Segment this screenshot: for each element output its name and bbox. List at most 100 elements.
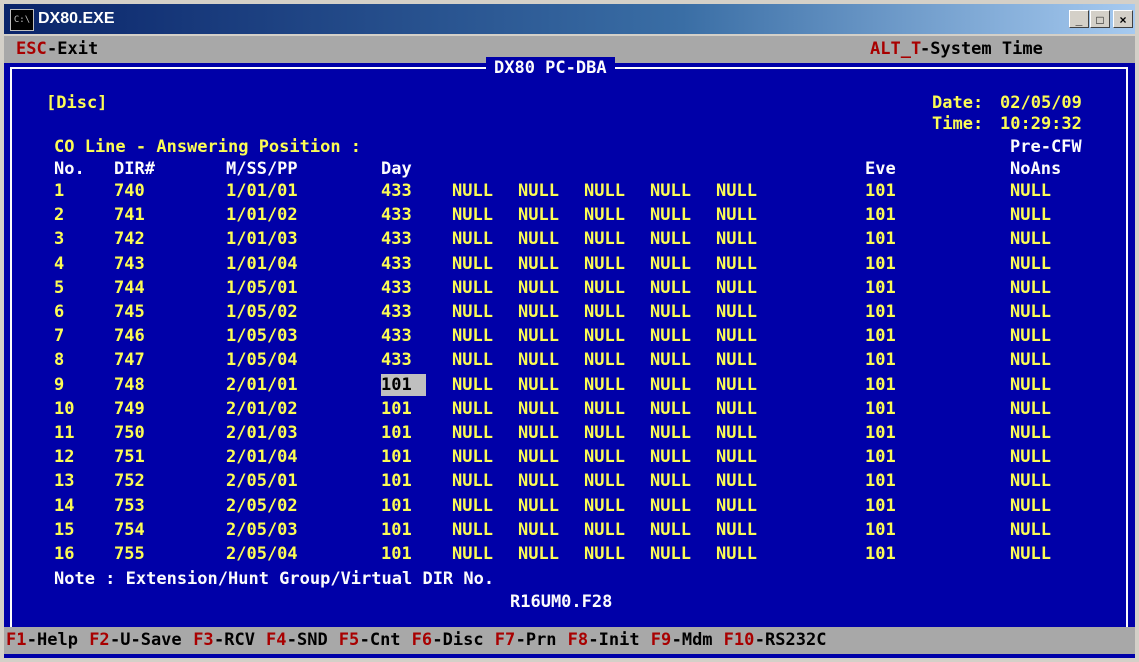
cell-no[interactable]: 1 <box>54 180 64 202</box>
cell-no[interactable]: 12 <box>54 446 74 468</box>
cell-day[interactable]: 433 <box>381 204 412 226</box>
cell-n2[interactable]: NULL <box>518 543 559 565</box>
cell-noans[interactable]: NULL <box>1010 228 1051 250</box>
close-button[interactable]: × <box>1113 10 1133 28</box>
cell-n1[interactable]: NULL <box>452 301 493 323</box>
fkey-label-f2[interactable]: -U-Save <box>110 629 182 651</box>
cell-n3[interactable]: NULL <box>584 543 625 565</box>
cell-n3[interactable]: NULL <box>584 495 625 517</box>
fkey-f5[interactable]: F5 <box>339 629 359 651</box>
cell-n5[interactable]: NULL <box>716 470 757 492</box>
cell-day[interactable]: 433 <box>381 301 412 323</box>
cell-no[interactable]: 11 <box>54 422 74 444</box>
cell-noans[interactable]: NULL <box>1010 446 1051 468</box>
cell-n5[interactable]: NULL <box>716 422 757 444</box>
cell-day[interactable]: 101 <box>381 398 412 420</box>
cell-day[interactable]: 101 <box>381 446 412 468</box>
cell-n5[interactable]: NULL <box>716 519 757 541</box>
cell-no[interactable]: 5 <box>54 277 64 299</box>
cell-noans[interactable]: NULL <box>1010 495 1051 517</box>
title-bar[interactable]: C:\ DX80.EXE _ □ × <box>4 4 1135 34</box>
cell-n5[interactable]: NULL <box>716 277 757 299</box>
cell-n3[interactable]: NULL <box>584 446 625 468</box>
cell-n4[interactable]: NULL <box>650 325 691 347</box>
cell-n5[interactable]: NULL <box>716 374 757 396</box>
cell-noans[interactable]: NULL <box>1010 470 1051 492</box>
cell-n2[interactable]: NULL <box>518 277 559 299</box>
cell-n2[interactable]: NULL <box>518 446 559 468</box>
cell-eve[interactable]: 101 <box>865 446 896 468</box>
cell-n5[interactable]: NULL <box>716 349 757 371</box>
cell-n4[interactable]: NULL <box>650 495 691 517</box>
cell-day[interactable]: 101 <box>381 422 412 444</box>
cell-n4[interactable]: NULL <box>650 253 691 275</box>
cell-n1[interactable]: NULL <box>452 325 493 347</box>
cell-n2[interactable]: NULL <box>518 495 559 517</box>
cell-n5[interactable]: NULL <box>716 228 757 250</box>
fkey-label-f9[interactable]: -Mdm <box>672 629 713 651</box>
cell-n1[interactable]: NULL <box>452 446 493 468</box>
minimize-button[interactable]: _ <box>1069 10 1089 28</box>
fkey-f2[interactable]: F2 <box>89 629 109 651</box>
cell-day[interactable]: 101 <box>381 519 412 541</box>
cell-noans[interactable]: NULL <box>1010 519 1051 541</box>
cell-n1[interactable]: NULL <box>452 422 493 444</box>
cell-n1[interactable]: NULL <box>452 543 493 565</box>
cell-n3[interactable]: NULL <box>584 204 625 226</box>
cell-n1[interactable]: NULL <box>452 374 493 396</box>
cell-day[interactable]: 433 <box>381 325 412 347</box>
system-time-label[interactable]: -System Time <box>920 38 1043 60</box>
cell-n1[interactable]: NULL <box>452 349 493 371</box>
fkey-f10[interactable]: F10 <box>724 629 755 651</box>
cell-n4[interactable]: NULL <box>650 543 691 565</box>
fkey-f8[interactable]: F8 <box>568 629 588 651</box>
cell-n4[interactable]: NULL <box>650 277 691 299</box>
cell-n1[interactable]: NULL <box>452 495 493 517</box>
cell-n5[interactable]: NULL <box>716 301 757 323</box>
cell-n2[interactable]: NULL <box>518 422 559 444</box>
cell-no[interactable]: 14 <box>54 495 74 517</box>
cell-eve[interactable]: 101 <box>865 495 896 517</box>
cell-eve[interactable]: 101 <box>865 204 896 226</box>
cell-noans[interactable]: NULL <box>1010 398 1051 420</box>
cell-n3[interactable]: NULL <box>584 374 625 396</box>
cell-noans[interactable]: NULL <box>1010 277 1051 299</box>
alt-t-key[interactable]: ALT_T <box>870 38 921 60</box>
cell-day[interactable]: 101 <box>381 543 412 565</box>
cell-n3[interactable]: NULL <box>584 277 625 299</box>
cell-n1[interactable]: NULL <box>452 228 493 250</box>
cell-n2[interactable]: NULL <box>518 519 559 541</box>
cell-n2[interactable]: NULL <box>518 349 559 371</box>
cell-n1[interactable]: NULL <box>452 277 493 299</box>
cell-n5[interactable]: NULL <box>716 253 757 275</box>
cell-n5[interactable]: NULL <box>716 180 757 202</box>
cell-n5[interactable]: NULL <box>716 495 757 517</box>
cell-n3[interactable]: NULL <box>584 519 625 541</box>
fkey-label-f6[interactable]: -Disc <box>432 629 483 651</box>
cell-n4[interactable]: NULL <box>650 374 691 396</box>
cell-n1[interactable]: NULL <box>452 180 493 202</box>
cell-n1[interactable]: NULL <box>452 519 493 541</box>
fkey-label-f3[interactable]: -RCV <box>214 629 255 651</box>
cell-n4[interactable]: NULL <box>650 398 691 420</box>
cell-noans[interactable]: NULL <box>1010 422 1051 444</box>
fkey-label-f5[interactable]: -Cnt <box>360 629 401 651</box>
cell-no[interactable]: 13 <box>54 470 74 492</box>
fkey-label-f8[interactable]: -Init <box>588 629 639 651</box>
cell-noans[interactable]: NULL <box>1010 325 1051 347</box>
cell-noans[interactable]: NULL <box>1010 349 1051 371</box>
cell-n4[interactable]: NULL <box>650 204 691 226</box>
fkey-f3[interactable]: F3 <box>193 629 213 651</box>
cell-n2[interactable]: NULL <box>518 253 559 275</box>
cell-no[interactable]: 15 <box>54 519 74 541</box>
cell-no[interactable]: 4 <box>54 253 64 275</box>
cell-eve[interactable]: 101 <box>865 253 896 275</box>
cell-noans[interactable]: NULL <box>1010 543 1051 565</box>
cell-day[interactable]: 433 <box>381 253 412 275</box>
fkey-f6[interactable]: F6 <box>412 629 432 651</box>
cell-eve[interactable]: 101 <box>865 543 896 565</box>
cell-n2[interactable]: NULL <box>518 228 559 250</box>
cell-n2[interactable]: NULL <box>518 325 559 347</box>
cell-day[interactable]: 433 <box>381 180 412 202</box>
cell-n5[interactable]: NULL <box>716 398 757 420</box>
